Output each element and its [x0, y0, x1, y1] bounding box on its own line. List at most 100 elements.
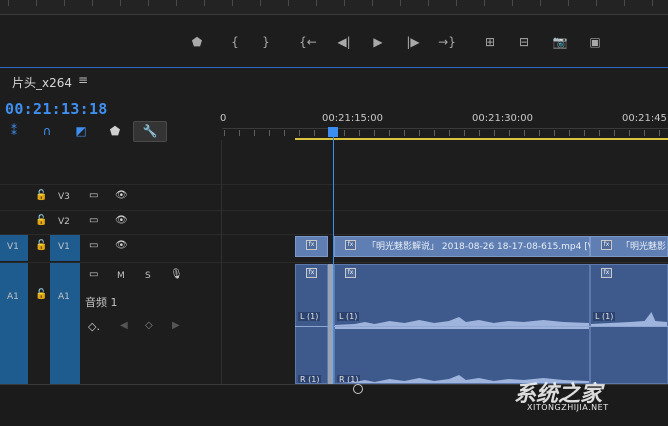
- channel-divider: [295, 326, 668, 327]
- timeline-settings-wrench-icon[interactable]: 🔧: [133, 121, 167, 142]
- video-clip-main[interactable]: fx 「明光魅影解说」 2018-08-26 18-17-08-615.mp4 …: [334, 236, 597, 257]
- audio-track-name: 音频 1: [85, 296, 118, 309]
- ruler-tick: [644, 130, 645, 136]
- source-patch-a1[interactable]: [0, 263, 28, 384]
- work-area-bar[interactable]: [295, 138, 668, 140]
- ruler-tick: [539, 130, 540, 136]
- ruler-label-2: 00:21:30:00: [472, 113, 534, 124]
- ruler-tick: [299, 130, 300, 136]
- fx-badge: fx: [306, 240, 317, 250]
- ruler-tick: [254, 130, 255, 136]
- scroll-knob[interactable]: [353, 384, 363, 394]
- track-label-v1: V1: [58, 242, 70, 252]
- track-label-v3[interactable]: V3: [58, 192, 70, 202]
- ruler-tick: [314, 130, 315, 136]
- prev-keyframe-icon[interactable]: ◀: [120, 320, 128, 331]
- extract-button[interactable]: ⊟: [514, 34, 534, 50]
- eye-icon[interactable]: 👁: [115, 240, 128, 251]
- lock-icon[interactable]: 🔓: [35, 289, 47, 300]
- ruler-tick: [389, 130, 390, 136]
- add-marker-icon[interactable]: ⬟: [106, 123, 124, 139]
- fx-badge: fx: [601, 268, 612, 278]
- go-to-in-button[interactable]: {←: [298, 34, 318, 50]
- audio-clip-next[interactable]: fx L (1): [590, 264, 668, 384]
- ruler-label-0: 0: [220, 113, 227, 124]
- microphone-icon[interactable]: 🎙: [170, 269, 183, 280]
- ruler-tick: [464, 130, 465, 136]
- track-target-a1[interactable]: [50, 263, 80, 384]
- sequence-tab[interactable]: 片头_x264: [12, 74, 72, 91]
- source-label-v1: V1: [7, 242, 19, 252]
- video-clip-title: 「明光魅影解说」 2018-08-26 18-17-08-615.mp4 [V]: [367, 242, 598, 252]
- track-label-a1: A1: [58, 292, 70, 302]
- sync-lock-icon[interactable]: ▭: [89, 215, 98, 226]
- play-button[interactable]: ▶: [368, 34, 388, 50]
- source-label-a1: A1: [7, 292, 19, 302]
- ruler-tick: [404, 130, 405, 136]
- ruler-tick: [509, 130, 510, 136]
- next-keyframe-icon[interactable]: ▶: [172, 320, 180, 331]
- audio-channel-right-label: R (1): [298, 375, 322, 384]
- video-clip-left[interactable]: fx: [295, 236, 328, 257]
- mark-in-button[interactable]: {: [225, 34, 245, 50]
- video-clip-next-title: 「明光魅影: [621, 242, 667, 252]
- sync-lock-icon[interactable]: ▭: [89, 240, 98, 251]
- playhead-line[interactable]: [333, 137, 334, 387]
- add-marker-button[interactable]: ⬟: [187, 34, 207, 50]
- track-label-v2[interactable]: V2: [58, 217, 70, 227]
- ruler-label-1: 00:21:15:00: [322, 113, 384, 124]
- lock-icon[interactable]: 🔓: [35, 190, 47, 201]
- linked-selection-icon[interactable]: ◩: [72, 123, 90, 139]
- mark-out-button[interactable]: }: [256, 34, 276, 50]
- ruler-tick: [374, 130, 375, 136]
- fx-badge: fx: [306, 268, 317, 278]
- top-ruler-strip: [0, 0, 668, 15]
- ruler-tick: [284, 130, 285, 136]
- go-to-out-button[interactable]: →}: [437, 34, 457, 50]
- magnet-icon[interactable]: ∩: [38, 123, 56, 139]
- fx-badge: fx: [345, 268, 356, 278]
- fx-badge: fx: [345, 240, 356, 250]
- ruler-tick: [584, 130, 585, 136]
- ruler-tick: [524, 130, 525, 136]
- ruler-tick: [449, 130, 450, 136]
- ruler-tick: [479, 130, 480, 136]
- lock-icon[interactable]: 🔓: [35, 215, 47, 226]
- audio-clip-left[interactable]: fx L (1) R (1): [295, 264, 328, 384]
- sequence-menu-icon[interactable]: ≡: [78, 73, 88, 87]
- ruler-label-3: 00:21:45:0: [622, 113, 668, 124]
- mute-button[interactable]: M: [117, 271, 125, 281]
- sync-lock-icon[interactable]: ▭: [89, 269, 98, 280]
- lock-icon[interactable]: 🔓: [35, 240, 47, 251]
- sequence-header: [0, 68, 668, 96]
- ruler-tick: [629, 130, 630, 136]
- ruler-tick: [494, 130, 495, 136]
- audio-clip-main[interactable]: fx L (1) R (1): [334, 264, 590, 384]
- lift-button[interactable]: ⊞: [480, 34, 500, 50]
- playhead-handle[interactable]: [328, 127, 338, 137]
- comparison-view-button[interactable]: ▣: [585, 34, 605, 50]
- eye-icon[interactable]: 👁: [115, 190, 128, 201]
- add-keyframe-icon[interactable]: ◇: [145, 320, 153, 331]
- time-ruler[interactable]: [222, 128, 668, 129]
- eye-icon[interactable]: 👁: [115, 215, 128, 226]
- export-frame-button[interactable]: 📷: [550, 34, 570, 50]
- watermark-url: XITONGZHIJIA.NET: [527, 403, 609, 412]
- keyframe-options-icon[interactable]: ◇.: [88, 320, 100, 333]
- audio-waveform-next: [591, 312, 667, 327]
- video-clip-next[interactable]: fx 「明光魅影: [590, 236, 668, 257]
- sync-lock-icon[interactable]: ▭: [89, 190, 98, 201]
- ruler-tick: [659, 130, 660, 136]
- snap-icon[interactable]: ⁑: [5, 123, 23, 139]
- ruler-tick: [434, 130, 435, 136]
- fx-badge: fx: [601, 240, 612, 250]
- ruler-tick: [239, 130, 240, 136]
- audio-channel-left-label: L (1): [298, 312, 321, 321]
- ruler-tick: [359, 130, 360, 136]
- playhead-timecode[interactable]: 00:21:13:18: [5, 100, 108, 118]
- step-back-button[interactable]: ◀|: [334, 34, 354, 50]
- solo-button[interactable]: S: [145, 271, 151, 281]
- step-forward-button[interactable]: |▶: [403, 34, 423, 50]
- ruler-tick: [224, 130, 225, 136]
- ruler-tick: [569, 130, 570, 136]
